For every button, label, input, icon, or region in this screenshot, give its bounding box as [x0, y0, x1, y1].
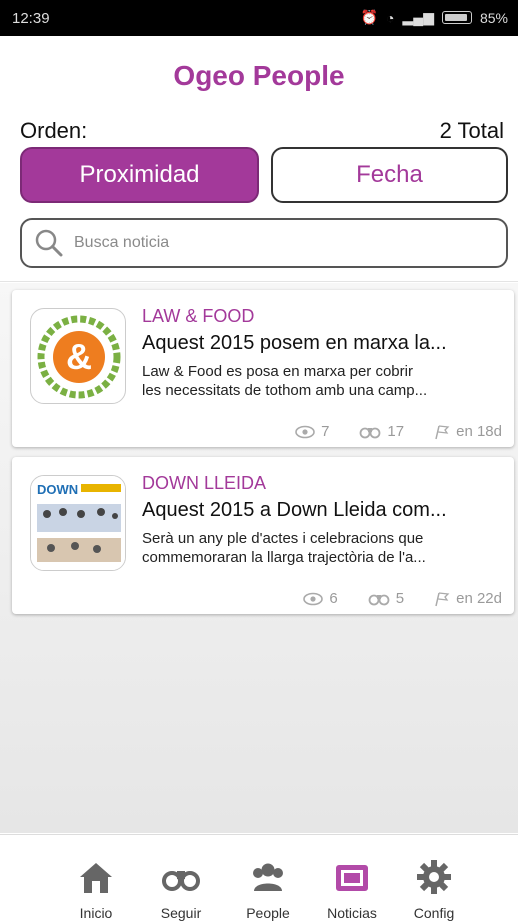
nav-label: Noticias — [327, 905, 377, 921]
news-description: Law & Food es posa en marxa per cobrir l… — [142, 363, 428, 399]
binoculars-icon — [360, 427, 381, 438]
news-stats: 6 5 en 22d — [303, 590, 502, 607]
views-count: 7 — [321, 423, 330, 440]
news-category: DOWN LLEIDA — [142, 473, 267, 493]
sort-fecha-button[interactable]: Fecha — [271, 147, 508, 203]
binoculars-icon — [368, 594, 390, 605]
flag-icon — [435, 424, 450, 439]
nav-config[interactable]: Config — [394, 835, 474, 923]
battery-percent: 85% — [479, 9, 508, 26]
nav-people[interactable]: People — [228, 835, 308, 923]
status-bar: 12:39 ⏰ ◔ ▂▄▆ 85% — [0, 0, 518, 36]
svg-text:DOWN: DOWN — [37, 482, 78, 497]
alarm-icon: ⏰ — [360, 9, 379, 25]
eye-icon — [295, 425, 315, 438]
search-bar[interactable] — [20, 218, 508, 268]
views-count: 6 — [329, 590, 338, 607]
bottom-nav: Inicio Seguir People Noticias Config — [0, 834, 518, 923]
nav-noticias[interactable]: Noticias — [312, 835, 392, 923]
eye-icon — [303, 592, 324, 605]
svg-text:&: & — [66, 336, 92, 377]
sort-proximidad-button[interactable]: Proximidad — [20, 147, 259, 203]
flag-icon — [435, 591, 450, 606]
news-age: en 22d — [456, 590, 502, 607]
news-card[interactable]: DOWN DOWN LLEIDA Aquest 2015 a Down Llei… — [12, 457, 514, 614]
search-icon — [35, 229, 63, 257]
nav-inicio[interactable]: Inicio — [56, 835, 136, 923]
news-title: Aquest 2015 posem en marxa la... — [142, 332, 447, 354]
down-lleida-logo: DOWN — [30, 475, 126, 571]
news-category: LAW & FOOD — [142, 306, 255, 326]
news-stats: 7 17 en 18d — [295, 423, 502, 440]
news-list: & LAW & FOOD Aquest 2015 posem en marxa … — [0, 283, 518, 833]
people-icon — [253, 863, 283, 891]
page-title: Ogeo People — [173, 60, 345, 91]
news-title: Aquest 2015 a Down Lleida com... — [142, 499, 447, 521]
status-time: 12:39 — [12, 10, 50, 27]
news-description: Serà un any ple d'actes i celebracions q… — [142, 530, 426, 566]
nav-label: Seguir — [160, 905, 202, 921]
news-age: en 18d — [456, 423, 502, 440]
follows-count: 5 — [395, 590, 405, 607]
order-label: Orden: — [20, 118, 88, 143]
nav-seguir[interactable]: Seguir — [141, 835, 221, 923]
law-food-logo: & — [30, 308, 126, 404]
wifi-icon: ◔ — [386, 9, 395, 26]
nav-label: People — [246, 905, 290, 921]
follows-count: 17 — [387, 423, 405, 440]
newspaper-icon — [336, 865, 368, 891]
battery-icon — [441, 11, 472, 24]
search-input[interactable] — [74, 234, 474, 252]
binoculars-icon — [162, 871, 200, 891]
nav-label: Inicio — [79, 905, 113, 921]
total-count: 2 Total — [439, 118, 504, 143]
gear-icon — [417, 860, 451, 894]
news-card[interactable]: & LAW & FOOD Aquest 2015 posem en marxa … — [12, 290, 514, 447]
home-icon — [80, 863, 112, 893]
header: Ogeo People Orden: 2 Total Proximidad Fe… — [0, 36, 518, 282]
nav-label: Config — [413, 905, 455, 921]
signal-icon: ▂▄▆ — [402, 9, 434, 25]
